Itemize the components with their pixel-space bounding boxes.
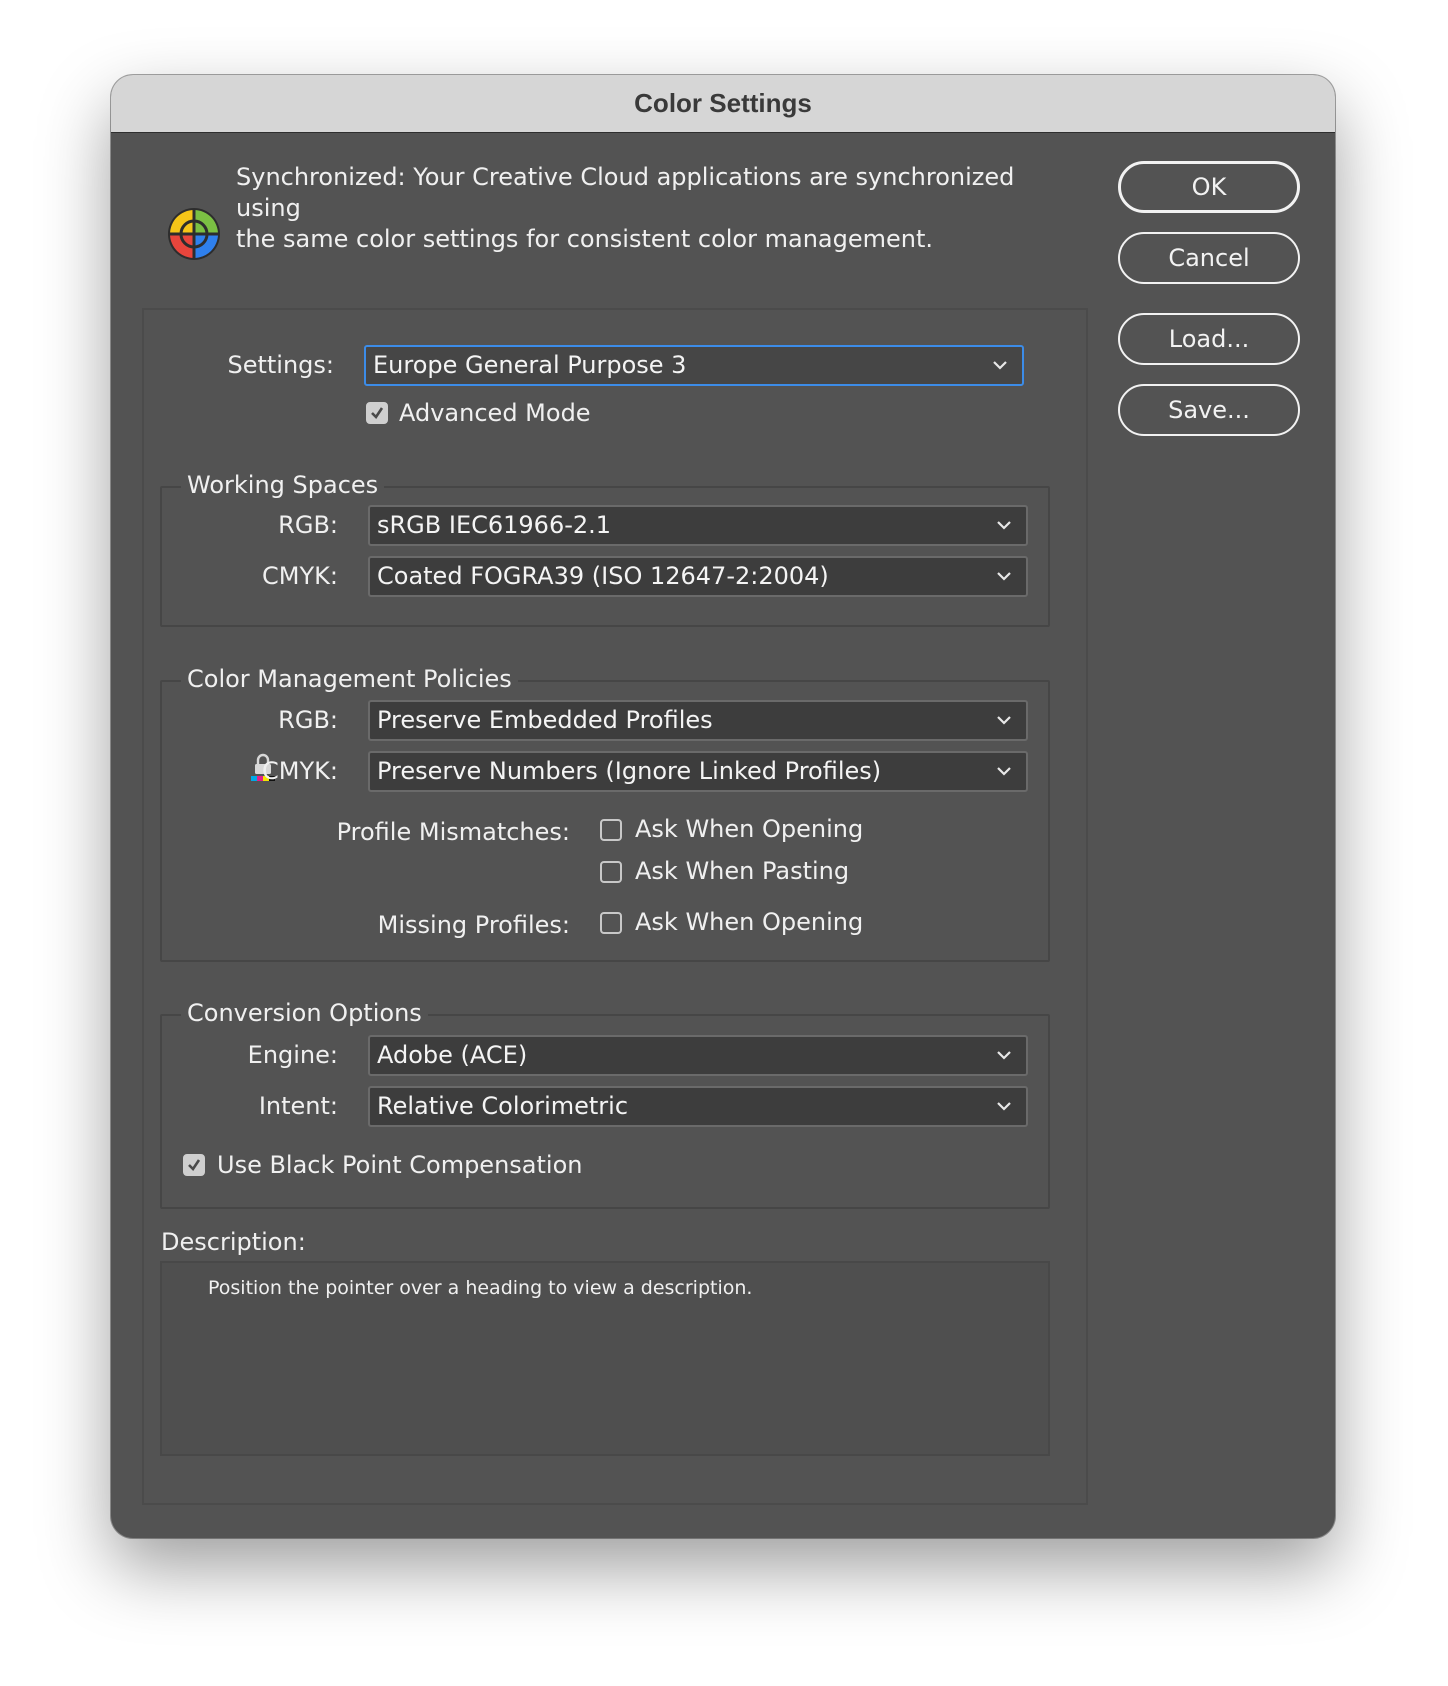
policy-cmyk-value: Preserve Numbers (Ignore Linked Profiles… bbox=[377, 757, 882, 785]
ws-rgb-label: RGB: bbox=[278, 511, 338, 539]
chevron-down-icon bbox=[993, 361, 1007, 370]
settings-dropdown[interactable]: Europe General Purpose 3 bbox=[364, 345, 1024, 386]
cancel-button[interactable]: Cancel bbox=[1118, 232, 1300, 284]
sync-message-line1: Synchronized: Your Creative Cloud applic… bbox=[236, 163, 1015, 222]
color-wheel-icon bbox=[168, 208, 220, 260]
settings-dropdown-value: Europe General Purpose 3 bbox=[373, 351, 687, 379]
ws-cmyk-value: Coated FOGRA39 (ISO 12647-2:2004) bbox=[377, 562, 829, 590]
ws-rgb-dropdown[interactable]: sRGB IEC61966-2.1 bbox=[368, 505, 1028, 546]
chevron-down-icon bbox=[997, 716, 1011, 725]
ws-cmyk-dropdown[interactable]: Coated FOGRA39 (ISO 12647-2:2004) bbox=[368, 556, 1028, 597]
missing-ask-opening-checkbox[interactable] bbox=[600, 912, 622, 934]
mismatch-ask-pasting-label: Ask When Pasting bbox=[635, 857, 850, 885]
policy-cmyk-dropdown[interactable]: Preserve Numbers (Ignore Linked Profiles… bbox=[368, 751, 1028, 792]
chevron-down-icon bbox=[997, 767, 1011, 776]
mismatch-ask-pasting-checkbox[interactable] bbox=[600, 861, 622, 883]
chevron-down-icon bbox=[997, 1102, 1011, 1111]
engine-label: Engine: bbox=[247, 1041, 338, 1069]
chevron-down-icon bbox=[997, 572, 1011, 581]
policy-rgb-dropdown[interactable]: Preserve Embedded Profiles bbox=[368, 700, 1028, 741]
checkmark-icon bbox=[371, 407, 384, 420]
missing-profiles-label: Missing Profiles: bbox=[377, 911, 570, 939]
advanced-mode-checkbox[interactable] bbox=[366, 402, 388, 424]
conversion-title: Conversion Options bbox=[181, 997, 428, 1029]
checkmark-icon bbox=[188, 1159, 201, 1172]
ws-rgb-value: sRGB IEC61966-2.1 bbox=[377, 511, 612, 539]
mismatch-ask-opening-checkbox[interactable] bbox=[600, 819, 622, 841]
black-point-compensation-label: Use Black Point Compensation bbox=[217, 1151, 583, 1179]
policy-cmyk-label: CMYK: bbox=[262, 757, 338, 785]
ws-cmyk-label: CMYK: bbox=[262, 562, 338, 590]
color-settings-dialog: Color Settings Synchronized: Your Creati… bbox=[111, 75, 1335, 1538]
missing-ask-opening-label: Ask When Opening bbox=[635, 908, 864, 936]
description-label: Description: bbox=[161, 1228, 306, 1256]
ok-button[interactable]: OK bbox=[1118, 161, 1300, 213]
policy-rgb-value: Preserve Embedded Profiles bbox=[377, 706, 713, 734]
advanced-mode-label: Advanced Mode bbox=[399, 399, 591, 427]
profile-mismatches-label: Profile Mismatches: bbox=[336, 818, 570, 846]
sync-message: Synchronized: Your Creative Cloud applic… bbox=[236, 162, 1086, 255]
intent-dropdown[interactable]: Relative Colorimetric bbox=[368, 1086, 1028, 1127]
settings-label: Settings: bbox=[227, 351, 334, 379]
mismatch-ask-opening-label: Ask When Opening bbox=[635, 815, 864, 843]
window-title: Color Settings bbox=[634, 88, 812, 118]
load-button[interactable]: Load... bbox=[1118, 313, 1300, 365]
save-button[interactable]: Save... bbox=[1118, 384, 1300, 436]
working-spaces-title: Working Spaces bbox=[181, 469, 385, 501]
policies-title: Color Management Policies bbox=[181, 663, 518, 695]
description-box: Position the pointer over a heading to v… bbox=[160, 1261, 1050, 1456]
sync-message-line2: the same color settings for consistent c… bbox=[236, 225, 934, 253]
title-bar[interactable]: Color Settings bbox=[111, 75, 1335, 133]
description-text: Position the pointer over a heading to v… bbox=[208, 1277, 753, 1299]
engine-dropdown[interactable]: Adobe (ACE) bbox=[368, 1035, 1028, 1076]
intent-label: Intent: bbox=[258, 1092, 338, 1120]
intent-value: Relative Colorimetric bbox=[377, 1092, 629, 1120]
black-point-compensation-checkbox[interactable] bbox=[183, 1154, 205, 1176]
policy-rgb-label: RGB: bbox=[278, 706, 338, 734]
chevron-down-icon bbox=[997, 1051, 1011, 1060]
chevron-down-icon bbox=[997, 521, 1011, 530]
engine-value: Adobe (ACE) bbox=[377, 1041, 528, 1069]
